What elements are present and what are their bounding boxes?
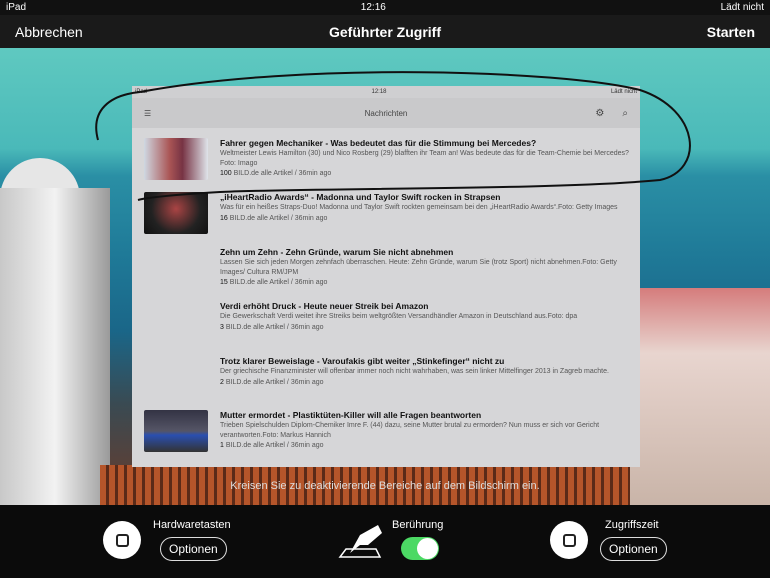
start-button[interactable]: Starten	[707, 24, 755, 40]
instruction-hint: Kreisen Sie zu deaktivierende Bereiche a…	[230, 480, 540, 492]
article-title: Mutter ermordet - Plastiktüten-Killer wi…	[220, 410, 482, 420]
device-name: iPad	[6, 2, 27, 13]
article-title: Trotz klarer Beweislage - Varoufakis gib…	[220, 356, 505, 366]
navigation-bar: Abbrechen Geführter Zugriff Starten	[0, 15, 770, 48]
article-meta: BILD.de alle Artikel / 36min ago	[223, 323, 324, 331]
battery-status: Lädt nicht	[610, 89, 637, 95]
time-options-button[interactable]: Optionen	[600, 537, 667, 561]
touch-hand-icon	[338, 525, 382, 558]
hardware-options-button[interactable]: Optionen	[160, 537, 227, 561]
touch-toggle[interactable]	[401, 537, 439, 560]
time-limit-icon[interactable]	[550, 521, 588, 559]
article-title: Zehn um Zehn - Zehn Gründe, warum Sie ni…	[220, 247, 454, 257]
hardware-buttons-icon[interactable]	[103, 521, 141, 559]
article-description: Lassen Sie sich jeden Morgen zehnfach üb…	[220, 259, 617, 276]
buildings	[630, 288, 770, 505]
article-title: Verdi erhöht Druck - Heute neuer Streik …	[220, 301, 429, 311]
article-title: Fahrer gegen Mechaniker - Was bedeutet d…	[220, 138, 537, 148]
article-description: Die Gewerkschaft Verdi weitet ihre Strei…	[220, 313, 578, 320]
hardware-label: Hardwaretasten	[153, 519, 231, 531]
article-thumbnail	[144, 410, 208, 452]
article-meta: BILD.de alle Artikel / 36min ago	[223, 378, 324, 386]
article-count: 16	[220, 214, 228, 222]
screenshot-status-bar: iPad 12:18 Lädt nicht	[132, 86, 640, 98]
article-meta: BILD.de alle Artikel / 36min ago	[223, 442, 324, 449]
article-meta: BILD.de alle Artikel / 36min ago	[227, 279, 328, 286]
lighthouse	[0, 188, 110, 505]
article-description: Trieben Spielschulden Diplom-Chemiker Im…	[220, 422, 600, 439]
article-count: 15	[220, 279, 228, 286]
time-limit-label: Zugriffszeit	[605, 519, 659, 531]
article-meta: BILD.de alle Artikel / 36min ago	[231, 170, 332, 177]
page-title: Geführter Zugriff	[329, 23, 441, 40]
app-screenshot[interactable]: iPad 12:18 Lädt nicht ☰ Nachrichten ⚙ ⌕ F…	[132, 86, 640, 467]
article-title: „iHeartRadio Awards“ - Madonna und Taylo…	[220, 192, 501, 202]
article-description: Was für ein heißes Straps-Duo! Madonna u…	[220, 204, 618, 211]
battery-status: Lädt nicht	[720, 2, 764, 13]
article-thumbnail	[144, 138, 208, 180]
article-count: 100	[220, 170, 232, 177]
article-description: Der griechische Finanzminister will offe…	[220, 368, 609, 375]
touch-label: Berührung	[392, 519, 444, 531]
clock: 12:16	[360, 2, 386, 13]
screenshot-title: Nachrichten	[364, 108, 408, 118]
device-name: iPad	[135, 89, 148, 95]
article-thumbnail	[144, 192, 208, 234]
status-bar: iPad 12:16 Lädt nicht	[0, 0, 770, 15]
clock: 12:18	[371, 89, 387, 95]
cancel-button[interactable]: Abbrechen	[15, 24, 83, 40]
options-bar: Hardwaretasten Optionen Berührung Zugrif…	[0, 505, 770, 578]
article-meta: BILD.de alle Artikel / 36min ago	[227, 214, 328, 222]
article-description: Weltmeister Lewis Hamilton (30) und Nico…	[220, 150, 629, 167]
screenshot-nav: ☰ Nachrichten ⚙ ⌕	[132, 98, 640, 128]
